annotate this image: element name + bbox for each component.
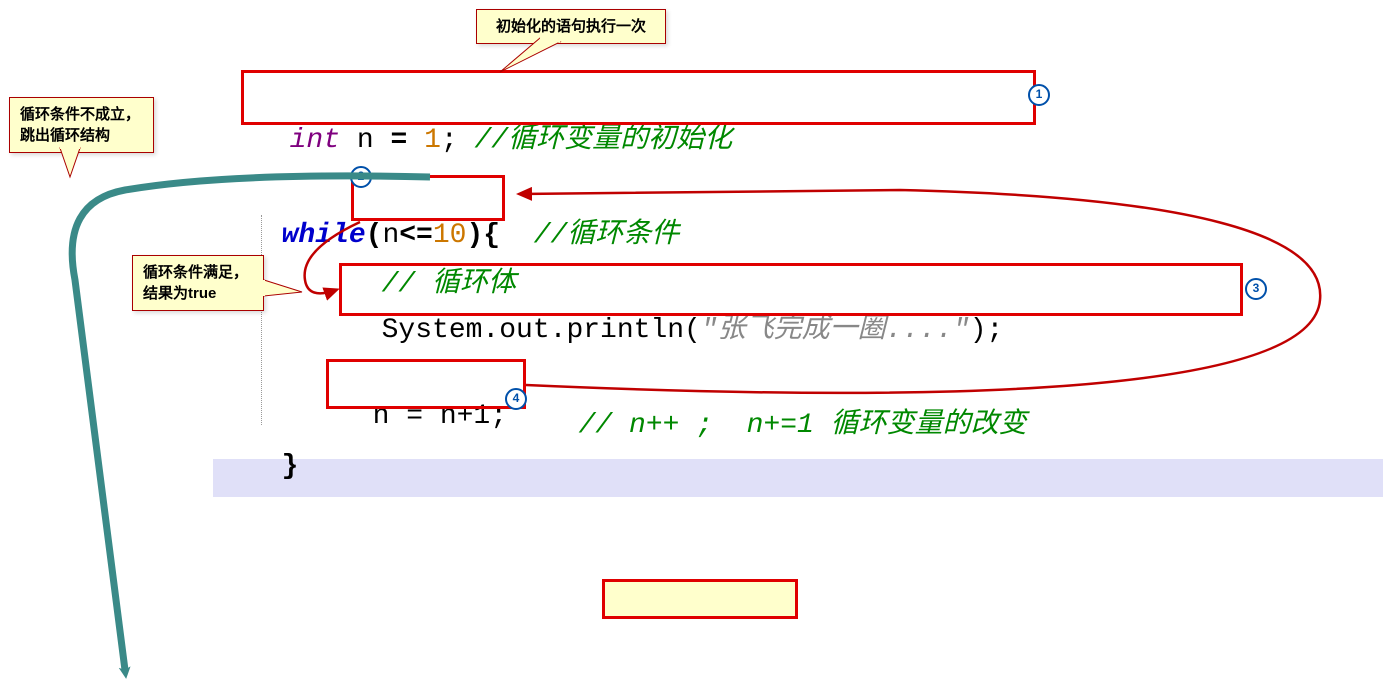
callout-top: 初始化的语句执行一次 — [476, 9, 666, 44]
red-box-init — [241, 70, 1036, 125]
callout-left-exit: 循环条件不成立， 跳出循环结构 — [9, 97, 154, 153]
token-call-end: ); — [970, 315, 1004, 346]
badge-4: 4 — [505, 388, 527, 410]
token-string: "张飞完成一圈...." — [701, 315, 970, 346]
red-box-empty-bottom — [602, 579, 798, 619]
token-comment: //循环条件 — [517, 220, 679, 251]
red-box-condition — [351, 175, 505, 221]
token-semi: ; — [441, 125, 475, 156]
token-comment: // n++ ; n+=1 循环变量的改变 — [579, 410, 1027, 441]
token-var: n — [340, 125, 390, 156]
token-rbrace: } — [282, 451, 299, 482]
badge-1: 1 — [1028, 84, 1050, 106]
red-box-body — [339, 263, 1243, 316]
token-op: = — [390, 125, 407, 156]
badge-2: 2 — [350, 166, 372, 188]
badge-3: 3 — [1245, 278, 1267, 300]
red-box-increment — [326, 359, 526, 409]
callout-top-text: 初始化的语句执行一次 — [496, 18, 646, 35]
callout-left-true-text: 循环条件满足， 结果为true — [143, 264, 248, 302]
code-line-6: } — [248, 420, 298, 482]
callout-pointer-true — [264, 280, 302, 296]
token-num: 1 — [407, 125, 441, 156]
token-comment: //循环变量的初始化 — [474, 125, 732, 156]
token-call: System.out.println( — [382, 315, 701, 346]
token-type: int — [290, 125, 340, 156]
callout-left-exit-text: 循环条件不成立， 跳出循环结构 — [20, 106, 140, 144]
highlight-bar — [213, 459, 1383, 497]
code-line-5-comment: // n++ ; n+=1 循环变量的改变 — [545, 370, 1027, 441]
callout-left-true: 循环条件满足， 结果为true — [132, 255, 264, 311]
